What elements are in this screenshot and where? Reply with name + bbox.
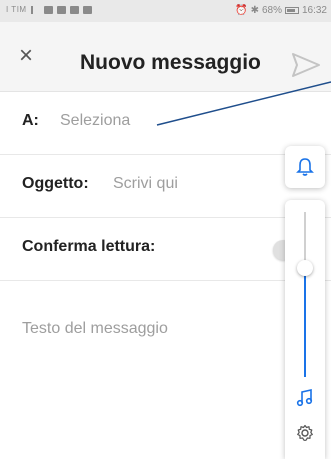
mail-notification-icon [69,5,79,14]
subject-row[interactable]: Oggetto: Scrivi qui [0,155,331,218]
status-left: I TIM [6,5,92,14]
read-receipt-row: Conferma lettura: [0,218,331,281]
photo-notification-icon [56,5,66,14]
send-button[interactable] [291,52,321,83]
recipient-row[interactable]: A: Seleziona [0,92,331,155]
read-receipt-label: Conferma lettura: [22,238,156,255]
status-time: 16:32 [301,5,327,16]
bell-icon [296,158,314,176]
status-bar: I TIM ⏰ ✱ 68% 16:32 [0,0,331,22]
volume-slider-handle[interactable] [297,260,313,276]
status-right: ⏰ ✱ 68% 16:32 [235,5,327,16]
subject-field[interactable]: Scrivi qui [113,175,178,193]
battery-icon [284,7,299,14]
gear-icon[interactable] [296,424,314,442]
calendar-notification-icon [82,5,92,14]
alarm-icon: ⏰ [235,5,248,16]
send-icon [292,53,320,77]
signal-icon [30,5,40,14]
recipient-field[interactable]: Seleziona [60,112,130,130]
battery-percent: 68% [261,5,282,16]
volume-track-empty [304,212,306,264]
subject-label: Oggetto: [22,175,89,192]
volume-track-filled [304,273,306,377]
volume-panel [285,200,325,459]
wifi-icon [43,5,53,14]
app-bar: × Nuovo messaggio [0,22,331,92]
page-title: Nuovo messaggio [80,51,261,74]
close-button[interactable]: × [14,44,38,68]
message-body-field[interactable]: Testo del messaggio [22,320,168,338]
music-note-icon[interactable] [296,388,314,408]
ringer-mode-button[interactable] [285,146,325,188]
recipient-label: A: [22,112,39,129]
close-icon: × [18,42,33,69]
carrier-name: I TIM [6,5,27,14]
bluetooth-icon: ✱ [250,5,259,16]
